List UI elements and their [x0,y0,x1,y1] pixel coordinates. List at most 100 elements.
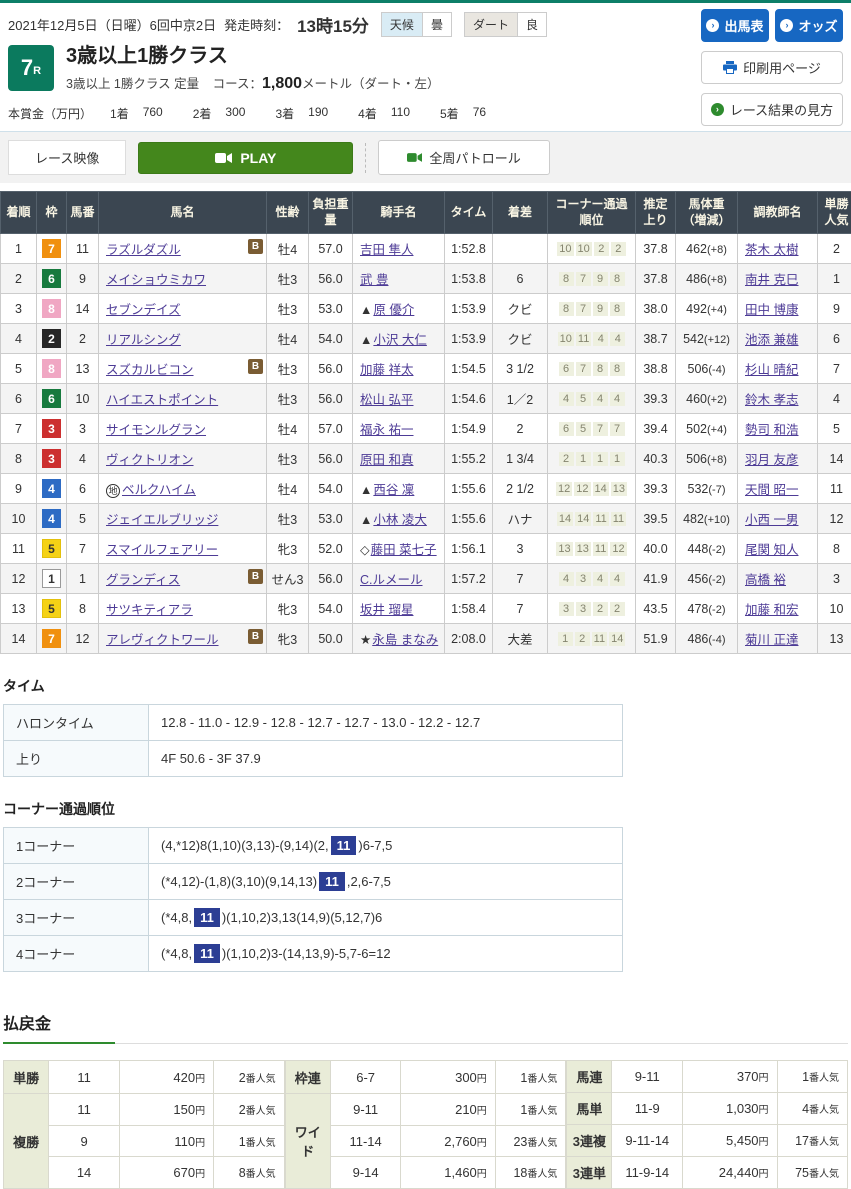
trainer-link[interactable]: 尾関 知人 [745,543,798,557]
horse-link[interactable]: セブンデイズ [106,303,181,317]
column-header: 調教師名 [738,192,818,234]
weather-badge: 天候 曇 [381,12,452,37]
horse-link[interactable]: サツキティアラ [106,603,193,617]
finish-time: 1:55.2 [445,444,493,474]
payout-combination: 11 [49,1061,120,1094]
jockey-cell: 武 豊 [353,264,445,294]
trainer-link[interactable]: 小西 一男 [745,513,798,527]
payout-bet-type: ワイド [285,1093,330,1188]
finish-time: 1:57.2 [445,564,493,594]
jockey-cell: 松山 弘平 [353,384,445,414]
frame-cell: 5 [37,594,67,624]
margin [493,234,548,264]
corner-positions: 13131112 [548,534,636,564]
course-unit: メートル（ダート・左） [302,77,440,91]
jockey-cell: 坂井 瑠星 [353,594,445,624]
winner-highlight: 11 [194,944,220,963]
horse-link[interactable]: ラズルダズル [106,243,181,257]
body-weight: 532(-7) [676,474,738,504]
jockey-link[interactable]: 小沢 大仁 [373,333,426,347]
print-page-button[interactable]: 印刷用ページ [701,51,843,84]
trainer-link[interactable]: 勢司 和浩 [745,423,798,437]
margin: ハナ [493,504,548,534]
corner-position: 1 [610,452,625,466]
sex-age: 牡4 [267,234,309,264]
side-buttons: › 出馬表 › オッズ 印刷用ページ › レース結果の見方 [701,9,843,126]
finish-position: 11 [1,534,37,564]
body-weight-diff: (-7) [708,484,725,496]
favorite-suffix: 番人気 [809,1137,839,1148]
favorite-suffix: 番人気 [809,1105,839,1116]
blinker-badge: B [248,629,263,644]
jockey-link[interactable]: 原 優介 [373,303,414,317]
jockey-cell: ▲原 優介 [353,294,445,324]
horse-link[interactable]: サイモンルグラン [106,423,206,437]
corner-position: 14 [575,512,591,526]
horse-link[interactable]: ヴィクトリオン [106,453,194,467]
trainer-link[interactable]: 天間 昭一 [745,483,798,497]
trainer-link[interactable]: 池添 兼雄 [745,333,798,347]
horse-link[interactable]: リアルシング [106,333,181,347]
horse-link[interactable]: スマイルフェアリー [106,543,218,557]
results-guide-button[interactable]: › レース結果の見方 [701,93,843,126]
jockey-link[interactable]: C.ルメール [360,573,423,587]
jockey-link[interactable]: 藤田 菜七子 [371,543,437,557]
finish-position: 9 [1,474,37,504]
entries-button[interactable]: › 出馬表 [701,9,769,42]
frame-number: 6 [42,389,61,408]
play-button[interactable]: PLAY [138,142,353,174]
trainer-link[interactable]: 田中 博康 [745,303,798,317]
corner-position: 2 [575,632,590,646]
body-weight-value: 506 [688,362,709,376]
trainer-link[interactable]: 茶木 太樹 [745,243,798,257]
video-camera-icon [215,152,232,164]
jockey-link[interactable]: 福永 祐一 [360,423,413,437]
jockey-link[interactable]: 小林 凌大 [373,513,426,527]
jockey-link[interactable]: 加藤 祥太 [360,363,413,377]
horse-link[interactable]: スズカルビコン [106,363,194,377]
jockey-link[interactable]: 西谷 凜 [373,483,414,497]
horse-link[interactable]: ハイエストポイント [106,393,218,407]
trainer-link[interactable]: 菊川 正達 [745,633,798,647]
jockey-cell: ◇藤田 菜七子 [353,534,445,564]
horse-link[interactable]: ジェイエルブリッジ [106,513,218,527]
blinker-badge: B [248,569,263,584]
body-weight: 486(+8) [676,264,738,294]
trainer-link[interactable]: 杉山 晴紀 [745,363,798,377]
track-label: ダート [465,13,517,36]
last-3f: 37.8 [636,234,676,264]
jockey-link[interactable]: 永島 まなみ [372,633,438,647]
corner-position: 8 [610,302,625,316]
frame-cell: 5 [37,534,67,564]
body-weight-diff: (+2) [707,394,727,406]
odds-button[interactable]: › オッズ [775,9,843,42]
jockey-link[interactable]: 原田 和真 [360,453,413,467]
horse-link[interactable]: アレヴィクトワール [106,633,219,647]
patrol-video-button[interactable]: 全周パトロール [378,140,549,175]
finish-time: 1:52.8 [445,234,493,264]
frame-number: 7 [42,629,61,648]
body-weight-diff: (+8) [707,244,727,256]
corner-table: 1コーナー(4,*12)8(1,10)(3,13)-(9,14)(2,11)6-… [3,827,623,972]
trainer-link[interactable]: 鈴木 孝志 [745,393,798,407]
track-condition-badge: ダート 良 [464,12,547,37]
arrow-circle-icon: › [706,19,719,32]
horse-name-cell: Bラズルダズル [99,234,267,264]
jockey-link[interactable]: 武 豊 [360,273,388,287]
trainer-link[interactable]: 羽月 友彦 [745,453,798,467]
horse-link[interactable]: メイショウミカワ [106,273,206,287]
trainer-link[interactable]: 高橋 裕 [745,573,786,587]
jockey-link[interactable]: 坂井 瑠星 [360,603,413,617]
trainer-link[interactable]: 南井 克巳 [745,273,798,287]
results-header-row: 着順枠馬番馬名性齢負担重量騎手名タイム着差コーナー通過順位推定上り馬体重（増減）… [1,192,851,234]
jockey-link[interactable]: 松山 弘平 [360,393,413,407]
horse-link[interactable]: グランディス [106,573,180,587]
jockey-link[interactable]: 吉田 隼人 [360,243,413,257]
corner-positions: 4544 [548,384,636,414]
frame-number: 4 [42,509,61,528]
sex-age: 牡3 [267,444,309,474]
horse-link[interactable]: ベルクハイム [122,483,196,497]
horse-name-cell: サツキティアラ [99,594,267,624]
finish-position: 10 [1,504,37,534]
trainer-link[interactable]: 加藤 和宏 [745,603,798,617]
